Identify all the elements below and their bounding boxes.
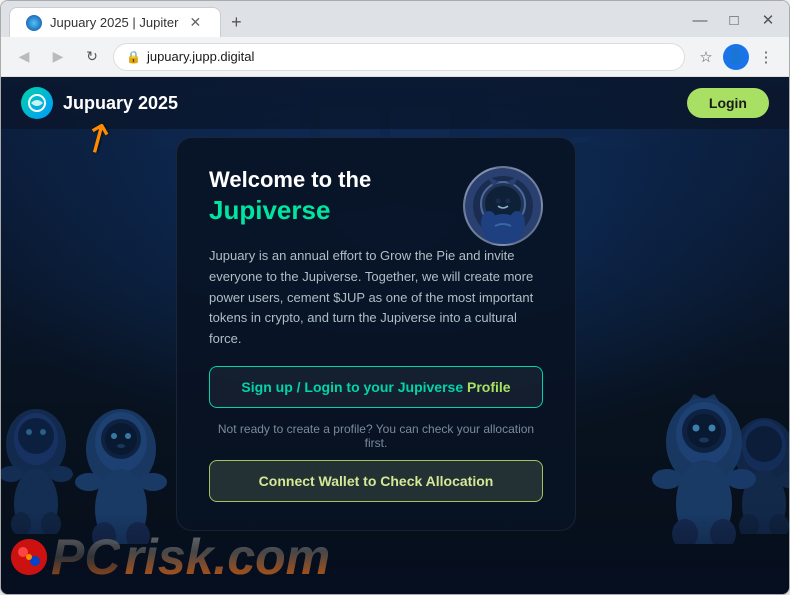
tab-title: Jupuary 2025 | Jupiter [50,15,178,30]
connect-wallet-button[interactable]: Connect Wallet to Check Allocation [209,460,543,502]
back-button[interactable]: ◀ [11,44,37,70]
watermark: PC risk.com [11,528,330,586]
close-window-icon[interactable]: ✕ [755,7,781,33]
toolbar-right: ☆ 👤 ⋮ [693,44,779,70]
address-input[interactable]: 🔒 jupuary.jupp.digital [113,43,685,71]
watermark-text-pc: PC [51,528,120,586]
signup-btn-highlight: Profile [467,379,511,395]
card-description: Jupuary is an annual effort to Grow the … [209,246,543,350]
more-options-icon[interactable]: ⋮ [753,44,779,70]
reload-button[interactable]: ↻ [79,44,105,70]
window-controls: — □ ✕ [687,7,781,37]
not-ready-text: Not ready to create a profile? You can c… [209,422,543,450]
card-text-area: Welcome to the Jupiverse [209,166,447,236]
cat-avatar-image [465,168,541,244]
active-tab: Jupuary 2025 | Jupiter ✕ [9,7,221,37]
main-card: Welcome to the Jupiverse [176,137,576,531]
tab-bar: Jupuary 2025 | Jupiter ✕ + — □ ✕ [1,1,789,37]
chrome-profile-icon[interactable]: 👤 [723,44,749,70]
watermark-icon [11,539,47,575]
minimize-icon[interactable]: — [687,7,713,33]
new-tab-button[interactable]: + [221,7,251,37]
signup-login-button[interactable]: Sign up / Login to your Jupiverse Profil… [209,366,543,408]
welcome-heading: Welcome to the [209,166,447,195]
tab-close-button[interactable]: ✕ [186,14,204,32]
logo-text: Jupuary 2025 [63,93,178,114]
logo-icon [21,87,53,119]
security-lock-icon: 🔒 [126,50,141,64]
address-bar: ◀ ▶ ↻ 🔒 jupuary.jupp.digital ☆ 👤 ⋮ [1,37,789,77]
login-button[interactable]: Login [687,88,769,118]
bookmark-star-icon[interactable]: ☆ [693,44,719,70]
url-text: jupuary.jupp.digital [147,49,672,64]
tab-favicon [26,15,42,31]
watermark-text-risk: risk.com [124,528,330,586]
maximize-icon[interactable]: □ [721,7,747,33]
jupiverse-heading: Jupiverse [209,195,447,226]
cat-avatar [463,166,543,246]
cat-astronaut-left-far [1,394,81,534]
card-header: Welcome to the Jupiverse [209,166,543,246]
site-navigation: Jupuary 2025 Login [1,77,789,129]
page-content: Jupuary 2025 Login ↗ Welcome to the Jupi… [1,77,789,594]
signup-btn-prefix: Sign up / Login to your Jupiverse [241,379,467,395]
forward-button[interactable]: ▶ [45,44,71,70]
browser-window: Jupuary 2025 | Jupiter ✕ + — □ ✕ ◀ ▶ ↻ 🔒… [0,0,790,595]
